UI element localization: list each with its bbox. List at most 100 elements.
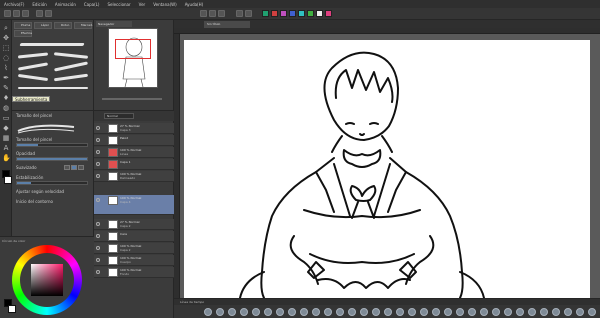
menu-ver[interactable]: Ver — [135, 2, 150, 7]
timeline-frame[interactable] — [552, 308, 560, 316]
document-tab[interactable]: Sin título — [204, 21, 250, 28]
eyedropper-icon[interactable]: ⌇ — [2, 64, 10, 72]
timeline-frame[interactable] — [336, 308, 344, 316]
hand-icon[interactable]: ✋ — [2, 154, 11, 162]
layer-row[interactable]: Pelo2 — [94, 135, 174, 146]
timeline-frame[interactable] — [300, 308, 308, 316]
navigator-tab[interactable]: Navegador — [96, 21, 132, 27]
layer-row[interactable]: 27 % Normal Capa 3 — [94, 123, 174, 134]
pencil-icon[interactable]: ✎ — [2, 84, 10, 92]
antialias-strong-button[interactable] — [78, 165, 84, 170]
brush-item[interactable] — [14, 73, 92, 83]
timeline-frame[interactable] — [312, 308, 320, 316]
snap-grid-button[interactable] — [245, 10, 252, 17]
move-icon[interactable]: ✥ — [2, 34, 10, 42]
timeline-frame[interactable] — [420, 308, 428, 316]
timeline-frame[interactable] — [468, 308, 476, 316]
subtool-tab-efectos[interactable]: Efectos — [14, 30, 32, 37]
timeline-frame[interactable] — [372, 308, 380, 316]
app-white-icon[interactable] — [316, 10, 323, 17]
antialias-weak-button[interactable] — [71, 165, 77, 170]
app-blue-icon[interactable] — [289, 10, 296, 17]
timeline-frame[interactable] — [264, 308, 272, 316]
timeline-frame[interactable] — [228, 308, 236, 316]
menu-animacion[interactable]: Animación — [51, 2, 80, 7]
blend-mode-select[interactable]: Normal — [104, 113, 134, 119]
timeline-frame[interactable] — [204, 308, 212, 316]
color-panel-tab[interactable]: Círculo de color — [2, 239, 25, 245]
zoom-slider[interactable] — [102, 98, 162, 100]
timeline-frame[interactable] — [444, 308, 452, 316]
eye-icon[interactable] — [96, 246, 100, 250]
layer-row[interactable]: 27 % Normal Capa 2 — [94, 219, 174, 230]
select-icon[interactable]: ⬚ — [2, 44, 10, 52]
timeline-frame[interactable] — [396, 308, 404, 316]
timeline-frame[interactable] — [408, 308, 416, 316]
layer-row[interactable]: 100 % Normal Cuerpo — [94, 255, 174, 266]
timeline-frame[interactable] — [576, 308, 584, 316]
open-file-button[interactable] — [13, 10, 20, 17]
airbrush-icon[interactable]: ◍ — [2, 104, 10, 112]
timeline-frame[interactable] — [252, 308, 260, 316]
text-icon[interactable]: A — [2, 144, 10, 152]
brush-icon[interactable]: ♦ — [2, 94, 10, 102]
layer-row[interactable]: Cara — [94, 231, 174, 242]
eye-icon[interactable] — [96, 270, 100, 274]
lasso-icon[interactable]: ◌ — [2, 54, 10, 62]
eye-icon[interactable] — [96, 162, 100, 166]
menu-ayuda[interactable]: Ayuda(H) — [181, 2, 208, 7]
app-green-icon[interactable] — [262, 10, 269, 17]
fill-icon[interactable]: ◆ — [2, 124, 10, 132]
timeline-frame[interactable] — [588, 308, 596, 316]
eraser-icon[interactable]: ▭ — [2, 114, 10, 122]
brush-item[interactable] — [14, 40, 92, 50]
timeline-frame[interactable] — [528, 308, 536, 316]
subtool-tab-rotulador[interactable]: Rotul. — [54, 22, 72, 29]
sub-color-swatch[interactable] — [4, 176, 12, 184]
opacity-slider[interactable] — [16, 157, 88, 161]
deselect-button[interactable] — [218, 10, 225, 17]
timeline-frame[interactable] — [276, 308, 284, 316]
menu-capa[interactable]: Capa(L) — [80, 2, 104, 7]
timeline-frame[interactable] — [564, 308, 572, 316]
timeline-frame[interactable] — [360, 308, 368, 316]
gradient-icon[interactable]: ▦ — [2, 134, 10, 142]
vector-option-label[interactable]: Ajustar según velocidad — [16, 189, 64, 194]
layer-row-selected[interactable]: 100 % Normal Capa 4 — [94, 195, 174, 215]
timeline-frame[interactable] — [432, 308, 440, 316]
timeline-frame[interactable] — [480, 308, 488, 316]
eye-icon[interactable] — [96, 138, 100, 142]
brush-item[interactable] — [14, 51, 92, 61]
menu-edicion[interactable]: Edición — [28, 2, 50, 7]
eye-icon[interactable] — [96, 174, 100, 178]
layer-row[interactable]: 100 % Normal Delineado — [94, 171, 174, 182]
navigator-viewport[interactable] — [115, 39, 151, 59]
timeline-frame[interactable] — [492, 308, 500, 316]
navigator-thumbnail[interactable] — [108, 28, 158, 88]
app-magenta-icon[interactable] — [280, 10, 287, 17]
eye-icon[interactable] — [96, 198, 100, 202]
menu-ventana[interactable]: Ventana(W) — [149, 2, 181, 7]
clear-button[interactable] — [200, 10, 207, 17]
timeline-frame[interactable] — [324, 308, 332, 316]
layer-row[interactable]: 100 % Normal Fondo — [94, 267, 174, 278]
sub-color-chip[interactable] — [8, 305, 16, 313]
timeline-frame[interactable] — [216, 308, 224, 316]
menu-seleccionar[interactable]: Seleccionar — [103, 2, 134, 7]
antialias-none-button[interactable] — [64, 165, 70, 170]
hue-wheel[interactable] — [12, 245, 82, 315]
new-file-button[interactable] — [4, 10, 11, 17]
app-lime-icon[interactable] — [307, 10, 314, 17]
pen-icon[interactable]: ✒ — [2, 74, 10, 82]
snap-ruler-button[interactable] — [236, 10, 243, 17]
timeline-frame[interactable] — [348, 308, 356, 316]
transform-button[interactable] — [209, 10, 216, 17]
drawing-canvas[interactable] — [184, 40, 590, 298]
layer-row[interactable]: Capa 1 — [94, 159, 174, 170]
timeline-frame[interactable] — [504, 308, 512, 316]
app-cyan-icon[interactable] — [298, 10, 305, 17]
timeline-frame[interactable] — [384, 308, 392, 316]
stabilization-slider[interactable] — [16, 181, 88, 185]
redo-button[interactable] — [45, 10, 52, 17]
eye-icon[interactable] — [96, 150, 100, 154]
